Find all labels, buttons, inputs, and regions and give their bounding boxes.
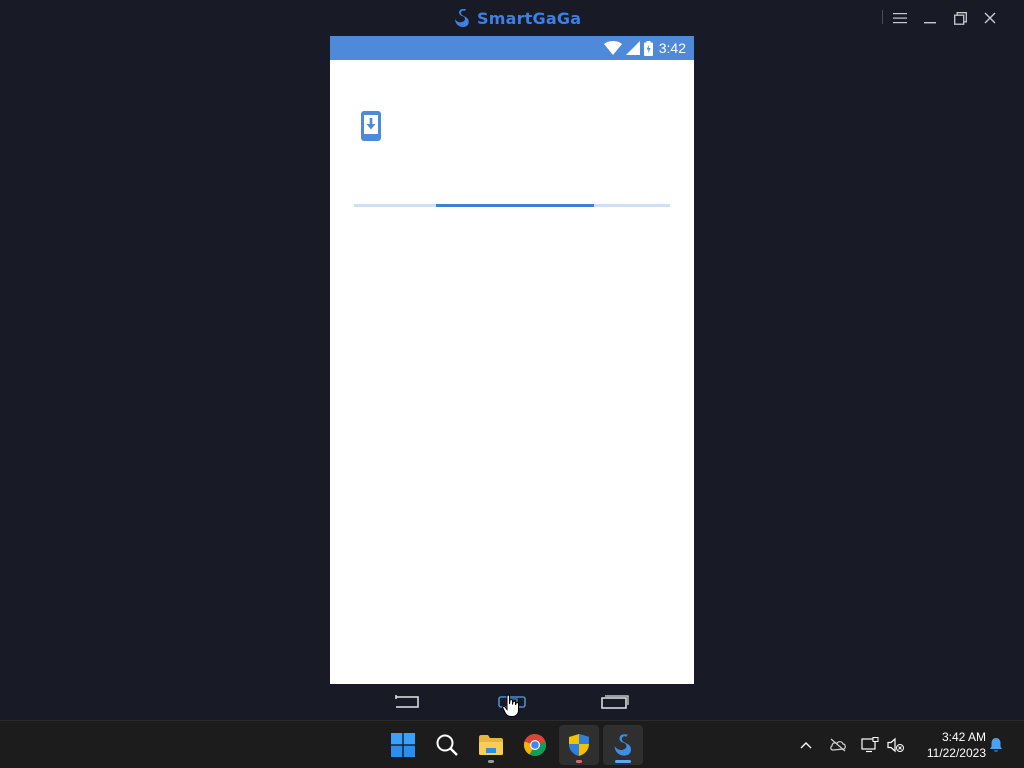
- chrome-icon: [523, 733, 547, 757]
- close-button[interactable]: [980, 8, 1000, 28]
- active-indicator: [615, 760, 631, 763]
- taskbar-smartgaga[interactable]: [603, 725, 643, 765]
- android-status-bar: 3:42: [330, 36, 694, 60]
- title-separator: [882, 10, 883, 24]
- taskbar-file-explorer[interactable]: [471, 725, 511, 765]
- swan-icon: [614, 734, 631, 756]
- app-title: SmartGaGa: [477, 8, 582, 28]
- minimize-button[interactable]: [920, 8, 940, 28]
- android-screen[interactable]: 3:42: [330, 36, 694, 684]
- taskbar-chrome[interactable]: [515, 725, 555, 765]
- cloud-offline-icon: [830, 738, 846, 752]
- minimize-icon: [924, 22, 936, 24]
- network-button[interactable]: [860, 735, 880, 755]
- emulator-title-bar: SmartGaGa: [0, 0, 1024, 36]
- folder-icon: [479, 735, 503, 755]
- close-icon: [984, 12, 996, 24]
- back-icon: [395, 695, 419, 708]
- battery-charging-icon: [643, 40, 653, 56]
- nav-back-button[interactable]: [392, 692, 422, 712]
- onedrive-button[interactable]: [828, 735, 848, 755]
- volume-button[interactable]: [886, 735, 906, 755]
- restore-button[interactable]: [950, 8, 970, 28]
- taskbar-security[interactable]: [559, 725, 599, 765]
- taskbar-search-button[interactable]: [427, 725, 467, 765]
- network-icon: [861, 737, 879, 753]
- system-clock[interactable]: 3:42 AM 11/22/2023: [914, 729, 986, 761]
- progress-indicator: [436, 204, 595, 207]
- signal-icon: [625, 41, 640, 55]
- clock-date: 11/22/2023: [926, 746, 986, 760]
- nav-recents-button[interactable]: [600, 692, 630, 712]
- app-brand: SmartGaGa: [452, 7, 581, 29]
- bell-icon: [990, 738, 1002, 752]
- swan-logo-icon: [455, 9, 469, 27]
- chevron-up-icon: [800, 742, 812, 749]
- running-indicator: [488, 760, 494, 763]
- phone-download-icon: [361, 111, 381, 141]
- status-time: 3:42: [658, 40, 686, 56]
- windows-logo-icon: [391, 733, 415, 757]
- start-button[interactable]: [383, 725, 423, 765]
- running-indicator: [576, 760, 582, 763]
- hand-cursor-icon: [502, 694, 519, 717]
- wifi-icon: [603, 41, 622, 55]
- windows-taskbar: 3:42 AM 11/22/2023: [0, 720, 1024, 768]
- search-icon: [436, 734, 458, 756]
- volume-muted-icon: [887, 737, 904, 753]
- shield-icon: [569, 734, 589, 756]
- loading-progress-bar: [354, 204, 670, 207]
- menu-icon: [893, 13, 907, 24]
- recents-icon: [601, 695, 629, 709]
- show-hidden-icons-button[interactable]: [796, 735, 816, 755]
- notifications-button[interactable]: [986, 735, 1006, 755]
- menu-button[interactable]: [890, 8, 910, 28]
- restore-icon: [953, 11, 967, 25]
- clock-time: 3:42 AM: [941, 730, 986, 744]
